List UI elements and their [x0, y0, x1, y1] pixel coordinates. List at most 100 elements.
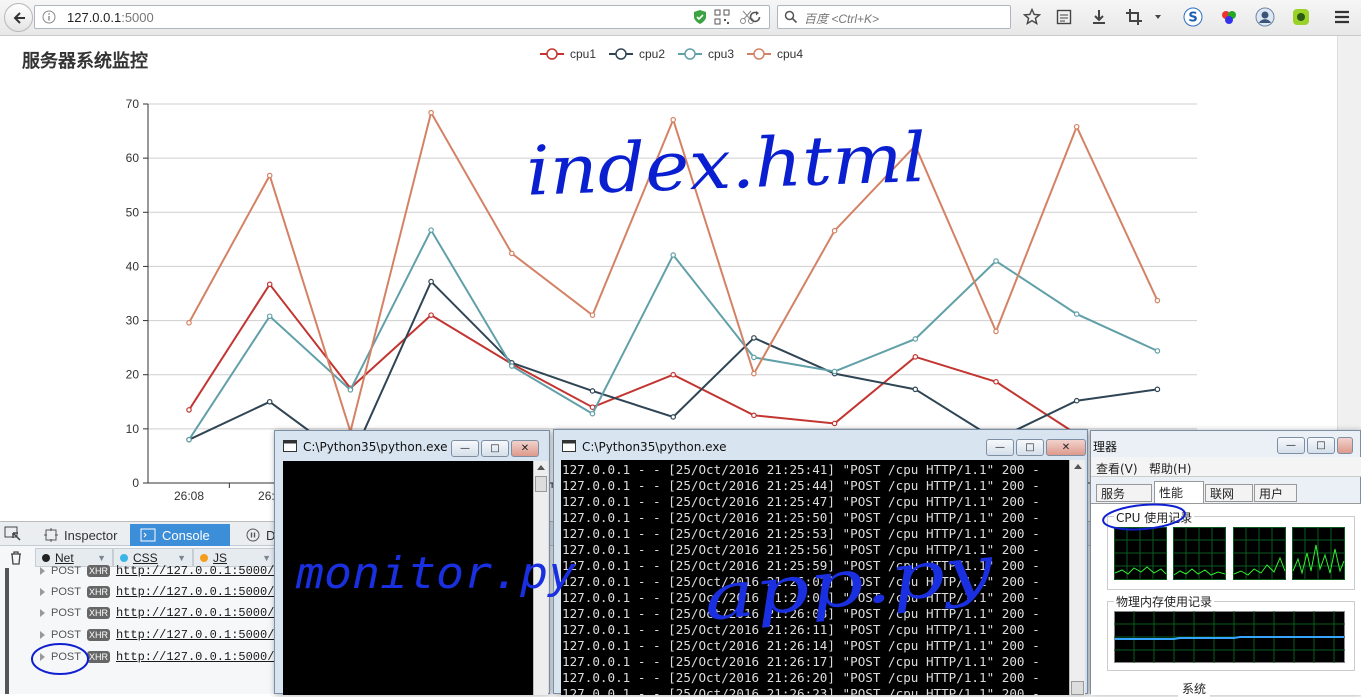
- log-url-link[interactable]: http://127.0.0.1:5000/c: [116, 650, 282, 664]
- console-log-line: 127.0.0.1 - - [25/Oct/2016 21:25:53] "PO…: [562, 526, 1040, 541]
- search-box[interactable]: 百度 <Ctrl+K>: [777, 5, 1011, 29]
- close-button[interactable]: [1337, 437, 1353, 454]
- legend-item-cpu2[interactable]: cpu2: [609, 44, 665, 64]
- log-url-link[interactable]: http://127.0.0.1:5000/c: [116, 564, 282, 578]
- page-title: 服务器系统监控: [22, 51, 148, 72]
- task-manager-menubar: 查看(V) 帮助(H): [1091, 457, 1361, 477]
- log-row[interactable]: POST XHR http://127.0.0.1:5000/c: [8, 602, 288, 624]
- annotation-monitor-text: monitor.py: [295, 548, 577, 599]
- tab-networking[interactable]: 联网: [1205, 484, 1253, 502]
- s-extension-icon[interactable]: S: [1182, 6, 1204, 28]
- xhr-badge: XHR: [86, 586, 110, 598]
- log-row[interactable]: POST XHR http://127.0.0.1:5000/c: [8, 560, 288, 582]
- tab-performance-label: 性能: [1159, 486, 1184, 500]
- expand-triangle-icon[interactable]: [40, 609, 45, 617]
- minimize-button[interactable]: —: [986, 439, 1014, 456]
- download-icon[interactable]: [1088, 6, 1110, 28]
- console-log-line: 127.0.0.1 - - [25/Oct/2016 21:26:20] "PO…: [562, 670, 1040, 685]
- handwritten-app-annotation: app.py: [700, 545, 997, 635]
- legend-label-cpu2: cpu2: [639, 47, 666, 61]
- expand-triangle-icon[interactable]: [40, 567, 45, 575]
- reload-icon[interactable]: [741, 6, 769, 28]
- console-log-line: 127.0.0.1 - - [25/Oct/2016 21:25:44] "PO…: [562, 478, 1040, 493]
- green-extension-icon[interactable]: [1290, 6, 1312, 28]
- tab-inspector-label: Inspector: [64, 527, 118, 543]
- inspector-icon: [44, 528, 58, 542]
- task-manager-title: 理器: [1093, 440, 1118, 454]
- tab-users-label: 用户: [1259, 486, 1284, 501]
- close-button[interactable]: ✕: [1046, 439, 1086, 456]
- window-1-title: C:\Python35\python.exe: [303, 440, 448, 454]
- console-log-line: 127.0.0.1 - - [25/Oct/2016 21:25:50] "PO…: [562, 510, 1040, 525]
- handwritten-monitor-annotation: monitor.py: [295, 548, 577, 599]
- menu-help[interactable]: 帮助(H): [1149, 460, 1191, 477]
- memory-history-label: 物理内存使用记录: [1114, 593, 1215, 610]
- shield-icon[interactable]: [692, 9, 708, 28]
- console-log-line: 127.0.0.1 - - [25/Oct/2016 21:26:17] "PO…: [562, 654, 1040, 669]
- minimize-button[interactable]: —: [1277, 437, 1305, 454]
- url-bar[interactable]: 127.0.0.1:5000: [34, 5, 770, 29]
- xhr-badge: XHR: [86, 565, 110, 577]
- minimize-button[interactable]: —: [451, 440, 479, 457]
- log-url-link[interactable]: http://127.0.0.1:5000/c: [116, 606, 282, 620]
- tab-users[interactable]: 用户: [1254, 484, 1297, 502]
- console-icon: [140, 528, 156, 542]
- svg-text:S: S: [1188, 11, 1197, 26]
- menu-view[interactable]: 查看(V): [1096, 460, 1138, 477]
- maximize-button[interactable]: □: [1307, 437, 1335, 454]
- log-url-link[interactable]: http://127.0.0.1:5000/c: [116, 585, 282, 599]
- qr-code-icon[interactable]: [714, 9, 730, 28]
- reading-list-icon[interactable]: [1053, 6, 1075, 28]
- tab-console[interactable]: Console: [130, 524, 230, 546]
- tab-networking-label: 联网: [1210, 486, 1235, 501]
- handwritten-index-annotation: index.html: [525, 119, 928, 210]
- tab-services-label: 服务: [1101, 486, 1126, 501]
- avatar-icon[interactable]: [1254, 6, 1276, 28]
- console-app-icon: [283, 440, 297, 455]
- system-label: 系统: [1178, 680, 1211, 697]
- expand-triangle-icon[interactable]: [40, 631, 45, 639]
- color-dots-icon[interactable]: [1218, 6, 1240, 28]
- legend-label-cpu1: cpu1: [570, 47, 597, 61]
- legend-label-cpu4: cpu4: [777, 47, 804, 61]
- browser-toolbar: 127.0.0.1:5000 百度 <Ctrl+K> S: [0, 0, 1361, 36]
- legend-swatch-cpu2: [609, 48, 633, 60]
- log-method: POST: [51, 586, 81, 598]
- handwritten-circle-cpu: [1102, 503, 1186, 531]
- search-icon: [784, 10, 798, 27]
- chevron-down-icon[interactable]: [1151, 6, 1165, 28]
- legend-label-cpu3: cpu3: [708, 47, 735, 61]
- url-host: 127.0.0.1: [67, 10, 122, 25]
- memory-history-graph: [1114, 611, 1345, 663]
- pause-icon: [246, 528, 260, 542]
- console-log-line: 127.0.0.1 - - [25/Oct/2016 21:25:41] "PO…: [562, 462, 1040, 477]
- legend-item-cpu3[interactable]: cpu3: [678, 44, 734, 64]
- annotation-app-text: app.py: [700, 545, 997, 635]
- window-2-title: C:\Python35\python.exe: [582, 440, 727, 454]
- pick-element-icon[interactable]: [4, 526, 24, 542]
- close-button[interactable]: ✕: [511, 440, 539, 457]
- crop-icon[interactable]: [1123, 6, 1145, 28]
- menu-icon[interactable]: [1331, 6, 1353, 28]
- console-log-line: 127.0.0.1 - - [25/Oct/2016 21:26:14] "PO…: [562, 638, 1040, 653]
- annotation-index-text: index.html: [525, 119, 928, 210]
- log-method: POST: [51, 607, 81, 619]
- log-row[interactable]: POST XHR http://127.0.0.1:5000/c: [8, 581, 288, 603]
- expand-triangle-icon[interactable]: [40, 588, 45, 596]
- console-log-line: 127.0.0.1 - - [25/Oct/2016 21:25:47] "PO…: [562, 494, 1040, 509]
- back-button[interactable]: [4, 3, 33, 32]
- log-url-link[interactable]: http://127.0.0.1:5000/c: [116, 628, 282, 642]
- back-arrow-icon: [13, 11, 25, 24]
- console-2-scrollbar[interactable]: [1069, 460, 1085, 695]
- legend-item-cpu1[interactable]: cpu1: [540, 44, 596, 64]
- maximize-button[interactable]: □: [1016, 439, 1044, 456]
- url-port: :5000: [121, 10, 154, 25]
- maximize-button[interactable]: □: [481, 440, 509, 457]
- tab-inspector[interactable]: Inspector: [34, 524, 127, 546]
- legend-swatch-cpu3: [678, 48, 702, 60]
- info-icon[interactable]: [42, 10, 56, 27]
- bookmark-star-icon[interactable]: [1021, 6, 1043, 28]
- legend-item-cpu4[interactable]: cpu4: [747, 44, 803, 64]
- url-text: 127.0.0.1:5000: [67, 10, 154, 25]
- search-placeholder: 百度 <Ctrl+K>: [804, 12, 880, 26]
